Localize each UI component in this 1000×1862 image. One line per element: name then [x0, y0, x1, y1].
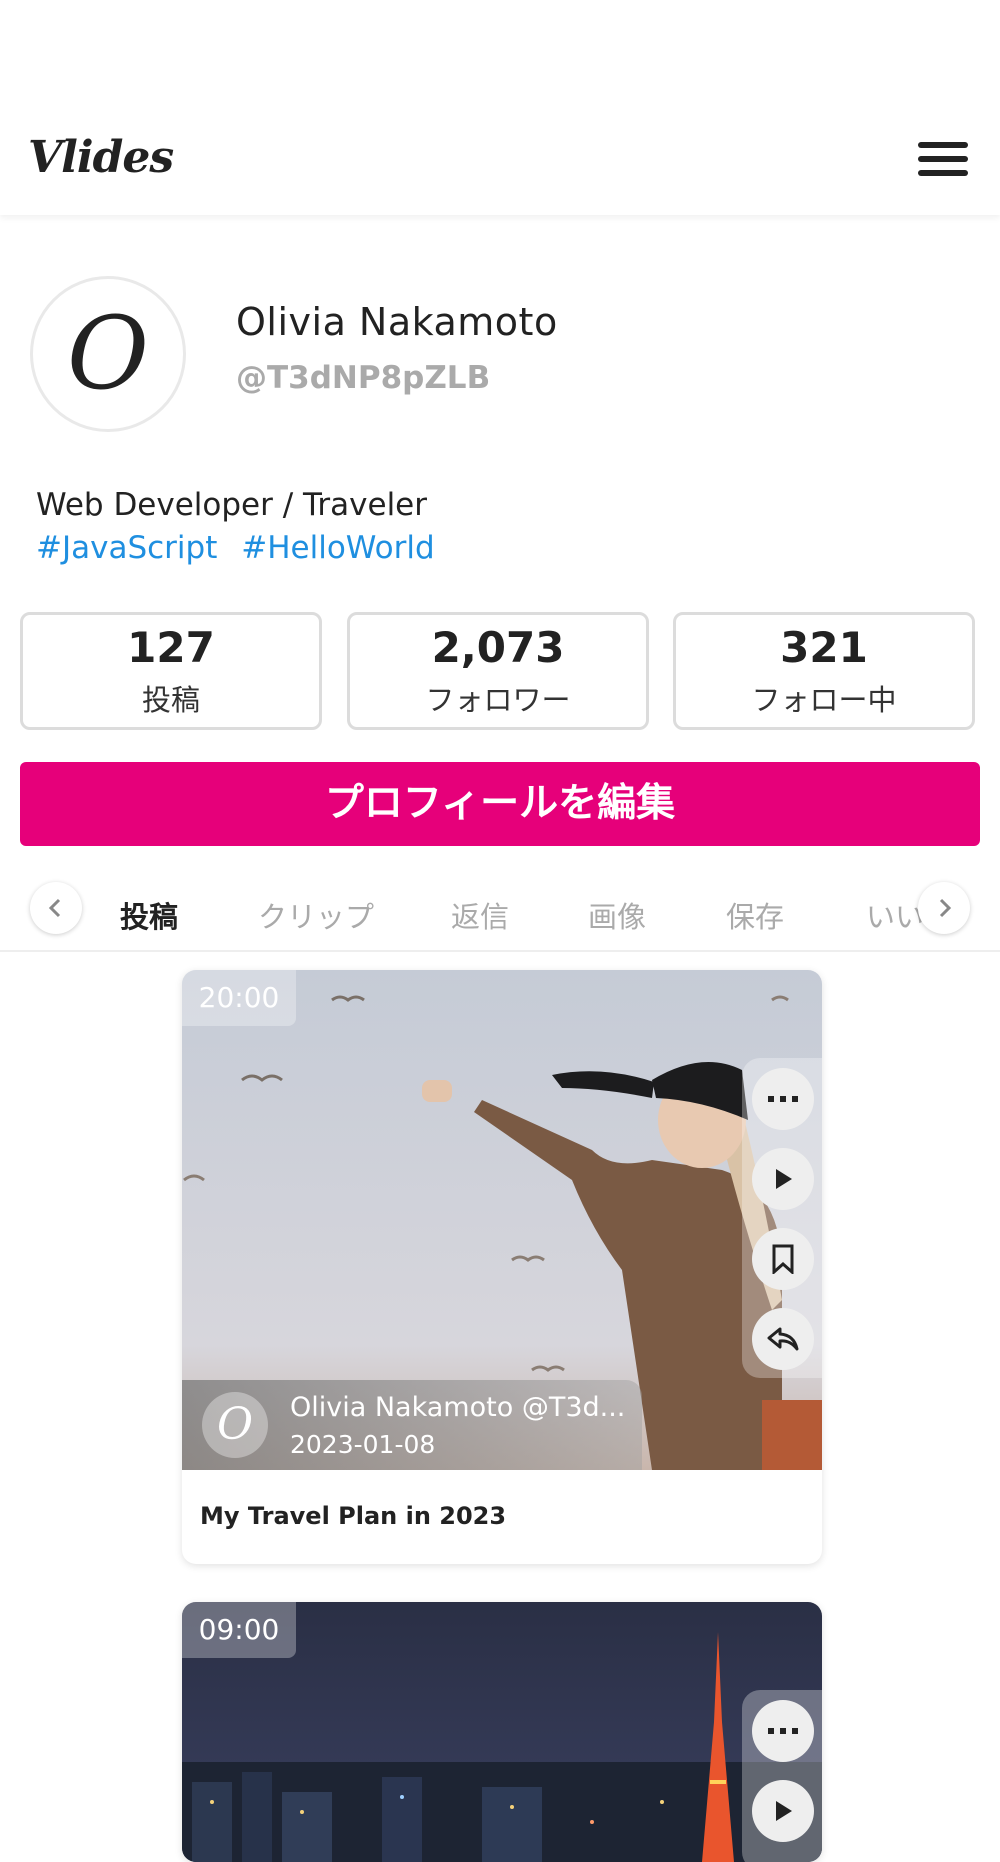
- post-title: My Travel Plan in 2023: [200, 1502, 507, 1530]
- hashtag-link[interactable]: #JavaScript: [36, 530, 217, 566]
- stat-posts[interactable]: 127 投稿: [20, 612, 322, 730]
- tab-replies[interactable]: 返信: [451, 894, 509, 936]
- stat-label: 投稿: [141, 683, 200, 718]
- post-image[interactable]: 20:00 O Olivia Nakamoto @T3d... 2023-01-…: [182, 970, 822, 1470]
- profile-hashtags: #JavaScript #HelloWorld: [36, 530, 449, 566]
- stat-label: フォロワー: [425, 683, 571, 718]
- post-image[interactable]: 09:00: [182, 1602, 822, 1862]
- hashtag-link[interactable]: #HelloWorld: [241, 530, 434, 566]
- stat-followers[interactable]: 2,073 フォロワー: [347, 612, 649, 730]
- post-time-badge: 09:00: [182, 1602, 296, 1658]
- tab-saved[interactable]: 保存: [726, 894, 784, 936]
- tab-likes-label: いいね: [866, 900, 926, 934]
- play-icon[interactable]: [752, 1148, 814, 1210]
- more-icon[interactable]: [752, 1068, 814, 1130]
- author-avatar-initial: O: [216, 1399, 254, 1450]
- profile-tabs: 投稿 クリップ 返信 画像 保存 いいね: [0, 878, 1000, 952]
- bookmark-icon[interactable]: [752, 1228, 814, 1290]
- reply-icon[interactable]: [752, 1308, 814, 1370]
- post-card[interactable]: 20:00 O Olivia Nakamoto @T3d... 2023-01-…: [182, 970, 822, 1564]
- app-logo[interactable]: Vlides: [28, 132, 174, 183]
- profile-name: Olivia Nakamoto: [236, 300, 558, 344]
- tab-likes[interactable]: いいね: [866, 878, 926, 950]
- profile-avatar[interactable]: O: [30, 276, 186, 432]
- tab-posts[interactable]: 投稿: [120, 894, 178, 936]
- post-time-badge: 20:00: [182, 970, 296, 1026]
- author-avatar: O: [202, 1392, 268, 1458]
- tab-images[interactable]: 画像: [588, 894, 646, 936]
- stat-value: 321: [780, 623, 868, 672]
- stat-following[interactable]: 321 フォロー中: [673, 612, 975, 730]
- avatar-initial: O: [67, 295, 149, 412]
- profile-bio: Web Developer / Traveler: [36, 487, 427, 523]
- stat-label: フォロー中: [751, 683, 897, 718]
- post-date: 2023-01-08: [290, 1430, 436, 1459]
- post-card[interactable]: 09:00: [182, 1602, 822, 1862]
- stat-value: 127: [127, 623, 215, 672]
- post-author-bar[interactable]: O Olivia Nakamoto @T3d... 2023-01-08: [182, 1380, 642, 1470]
- profile-handle: @T3dNP8pZLB: [236, 360, 491, 396]
- post-action-strip: [742, 1058, 822, 1378]
- edit-profile-button[interactable]: プロフィールを編集: [20, 762, 980, 846]
- post-author: Olivia Nakamoto @T3d...: [290, 1392, 626, 1423]
- hamburger-menu-icon[interactable]: [918, 142, 968, 182]
- more-icon[interactable]: [752, 1700, 814, 1762]
- post-action-strip: [742, 1690, 822, 1862]
- tab-clips[interactable]: クリップ: [258, 894, 374, 936]
- chevron-left-icon[interactable]: [30, 882, 82, 934]
- top-bar: Vlides: [0, 0, 1000, 215]
- chevron-right-icon[interactable]: [918, 882, 970, 934]
- play-icon[interactable]: [752, 1780, 814, 1842]
- stat-value: 2,073: [431, 623, 565, 672]
